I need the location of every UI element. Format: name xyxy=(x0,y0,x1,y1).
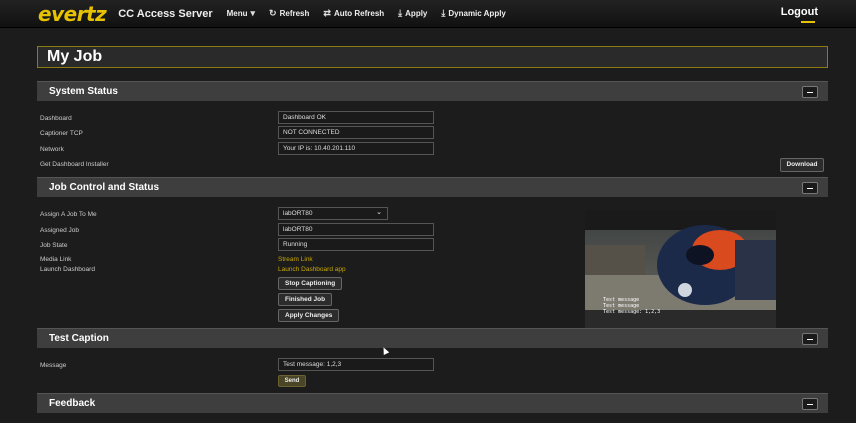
message-input[interactable]: Test message: 1,2,3 xyxy=(278,358,434,371)
sync-icon: ⇄ xyxy=(323,8,331,18)
download-icon: ⤓ xyxy=(398,8,403,18)
assigned-job-field: labORT80 xyxy=(278,223,434,236)
assign-job-select[interactable]: labORT80 ⌄ xyxy=(278,207,388,220)
assign-job-label: Assign A Job To Me xyxy=(40,211,97,218)
job-state-field: Running xyxy=(278,238,434,251)
section-title: Job Control and Status xyxy=(49,182,159,193)
collapse-button[interactable] xyxy=(802,86,818,98)
dynamic-apply-label: Dynamic Apply xyxy=(448,9,506,18)
menu-label: Menu xyxy=(226,9,248,18)
job-control-header[interactable]: Job Control and Status xyxy=(37,177,828,197)
launch-dashboard-label: Launch Dashboard xyxy=(40,266,95,273)
app-title: CC Access Server xyxy=(118,7,213,20)
video-preview[interactable]: Test message Test message Test message: … xyxy=(585,210,776,329)
menu-dropdown[interactable]: Menu ▾ xyxy=(227,8,255,19)
assign-job-value: labORT80 xyxy=(283,210,313,217)
top-navbar: evertz CC Access Server Menu ▾ ↻ Refresh… xyxy=(0,0,856,28)
auto-refresh-button[interactable]: ⇄ Auto Refresh xyxy=(323,8,384,19)
stop-captioning-button[interactable]: Stop Captioning xyxy=(278,277,343,290)
dashboard-label: Dashboard xyxy=(40,115,72,122)
collapse-button[interactable] xyxy=(802,182,818,194)
feedback-header[interactable]: Feedback xyxy=(37,393,828,413)
dynamic-apply-button[interactable]: ⤓ Dynamic Apply xyxy=(441,8,505,19)
finished-job-button[interactable]: Finished Job xyxy=(278,293,333,306)
collapse-button[interactable] xyxy=(802,398,818,410)
download-button[interactable]: Download xyxy=(780,158,824,172)
caption-line: Test message: 1,2,3 xyxy=(603,309,661,315)
apply-label: Apply xyxy=(405,9,428,18)
message-label: Message xyxy=(40,362,67,369)
captioner-tcp-field: NOT CONNECTED xyxy=(278,126,434,139)
refresh-label: Refresh xyxy=(279,9,310,18)
stream-link[interactable]: Stream Link xyxy=(278,256,313,263)
section-title: Test Caption xyxy=(49,333,109,344)
media-link-label: Media Link xyxy=(40,256,72,263)
job-state-label: Job State xyxy=(40,242,68,249)
logout-underline xyxy=(801,21,815,23)
apply-changes-button[interactable]: Apply Changes xyxy=(278,309,340,322)
chevron-down-icon: ⌄ xyxy=(376,209,382,216)
refresh-icon: ↻ xyxy=(269,8,277,18)
chevron-down-icon: ▾ xyxy=(250,8,256,18)
assigned-job-label: Assigned Job xyxy=(40,227,80,234)
test-caption-header[interactable]: Test Caption xyxy=(37,328,828,348)
launch-dashboard-link[interactable]: Launch Dashboard app xyxy=(278,266,346,273)
section-title: Feedback xyxy=(49,398,96,409)
apply-button[interactable]: ⤓ Apply xyxy=(398,8,427,19)
auto-refresh-label: Auto Refresh xyxy=(333,9,385,18)
dashboard-status-field: Dashboard OK xyxy=(278,111,434,124)
evertz-logo[interactable]: evertz xyxy=(38,2,107,26)
section-title: System Status xyxy=(49,86,118,97)
dynamic-apply-icon: ⤓ xyxy=(441,8,446,18)
system-status-header[interactable]: System Status xyxy=(37,81,828,101)
installer-label: Get Dashboard Installer xyxy=(40,161,109,168)
logout-link[interactable]: Logout xyxy=(781,6,818,18)
send-button[interactable]: Send xyxy=(278,375,306,387)
page-title: My Job xyxy=(47,48,103,65)
network-field: Your IP is: 10.40.201.110 xyxy=(278,142,434,155)
captioner-tcp-label: Captioner TCP xyxy=(40,130,83,137)
refresh-button[interactable]: ↻ Refresh xyxy=(269,8,309,19)
page-title-box: My Job xyxy=(37,46,828,68)
collapse-button[interactable] xyxy=(802,333,818,345)
caption-overlay: Test message Test message Test message: … xyxy=(603,297,660,315)
network-label: Network xyxy=(40,146,64,153)
